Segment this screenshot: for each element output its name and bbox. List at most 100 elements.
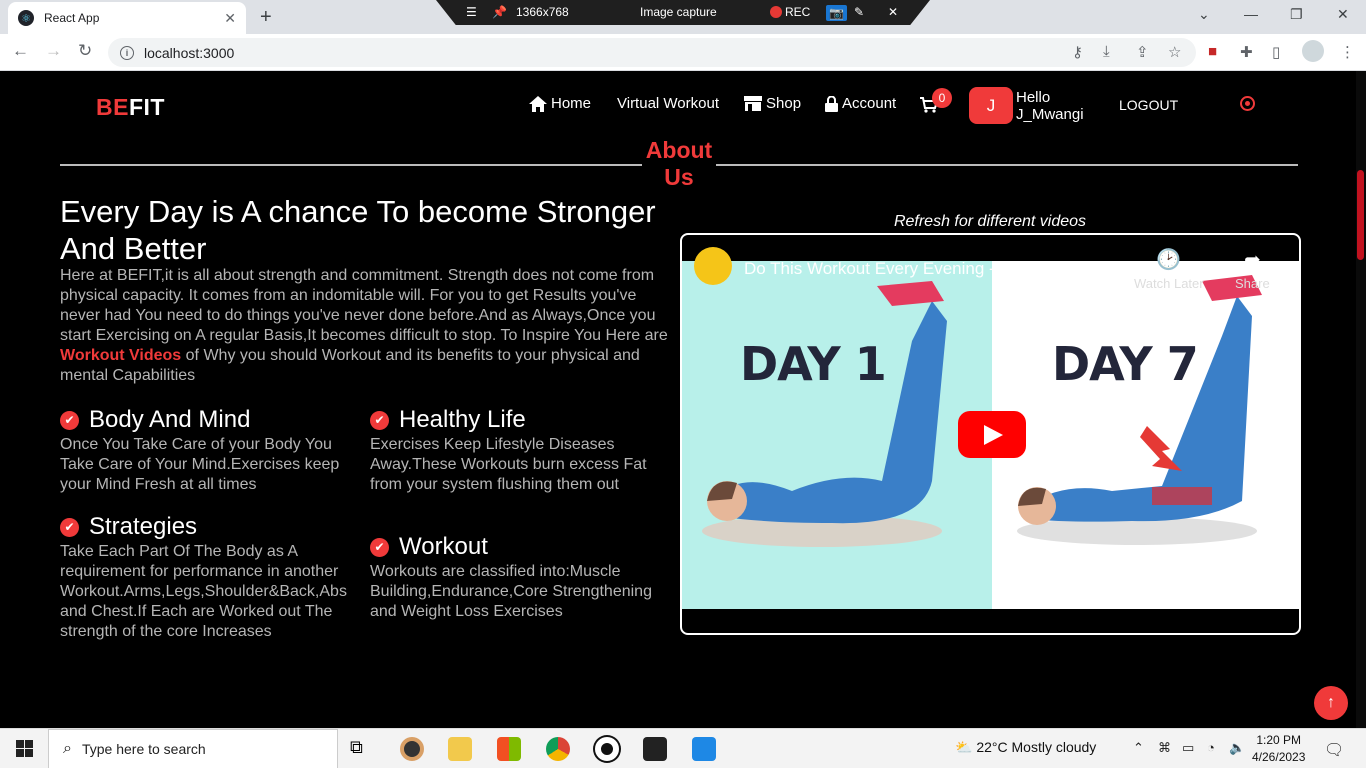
extension-icon[interactable]: ■ <box>1208 43 1217 60</box>
capture-label: Image capture <box>640 5 717 19</box>
nav-home-label: Home <box>551 95 592 112</box>
capture-toolbar: ☰ 📌 1366x768 Image capture REC 📷 ✎ ✕ <box>436 0 930 25</box>
taskbar-search[interactable]: ⌕ Type here to search <box>48 729 338 768</box>
wifi-icon[interactable]: ◔ <box>1207 740 1215 755</box>
logout-button[interactable]: LOGOUT <box>1119 97 1178 113</box>
feature-healthy-life: ✔ Healthy Life Exercises Keep Lifestyle D… <box>370 406 670 495</box>
thumbnail-day-7-label: DAY 7 <box>1052 337 1199 391</box>
user-avatar[interactable]: J <box>969 87 1013 124</box>
headline: Every Day is A chance To become Stronger… <box>60 194 656 266</box>
menu-icon[interactable]: ☰ <box>466 5 477 19</box>
pen-icon[interactable]: ✎ <box>854 5 864 19</box>
page: BEFIT Home Virtual Workout Shop Account … <box>0 71 1356 728</box>
cloud-icon: ⛅ <box>955 739 973 755</box>
tab-close-icon[interactable]: ✕ <box>224 10 236 27</box>
key-icon[interactable]: ⚷ <box>1072 43 1083 61</box>
network-device-icon[interactable]: ⌘ <box>1158 740 1171 756</box>
nav-virtual-workout-label: Virtual Workout <box>617 95 719 112</box>
battery-icon[interactable]: ▭ <box>1182 740 1194 756</box>
tab-title: React App <box>44 11 100 25</box>
chrome-icon[interactable] <box>546 737 570 761</box>
check-circle-icon: ✔ <box>60 410 79 430</box>
chevron-up-icon[interactable]: ⌃ <box>1133 740 1144 756</box>
feature-body: Once You Take Care of your Body You Take… <box>60 436 340 493</box>
file-explorer-icon[interactable] <box>448 737 472 761</box>
nav-account-label: Account <box>842 95 897 112</box>
record-icon <box>770 6 782 18</box>
volume-icon[interactable]: 🔈 <box>1229 740 1245 756</box>
windows-taskbar: ⌕ Type here to search ⧉ ⛅ 22°C Mostly cl… <box>0 728 1366 768</box>
feature-workout: ✔ Workout Workouts are classified into:Mu… <box>370 533 670 622</box>
browser-tab-bar: ⚛ React App ✕ + ☰ 📌 1366x768 Image captu… <box>0 0 1366 34</box>
workout-videos-link[interactable]: Workout Videos <box>60 347 181 364</box>
share-icon[interactable]: ⇪ <box>1136 43 1149 61</box>
side-panel-icon[interactable]: ▯ <box>1272 43 1280 61</box>
pin-icon[interactable]: 📌 <box>492 5 507 19</box>
share-label: Share <box>1235 276 1270 291</box>
weather-widget[interactable]: ⛅ 22°C Mostly cloudy <box>955 739 1096 756</box>
user-greeting: Hello J_Mwangi <box>1016 89 1084 123</box>
feature-title: Strategies <box>89 513 198 540</box>
share-video-button[interactable]: ➦ Share <box>1235 247 1270 291</box>
react-logo-icon: ⚛ <box>18 10 34 26</box>
site-info-icon[interactable]: i <box>120 45 134 60</box>
url-field[interactable]: i localhost:3000 <box>108 38 1196 67</box>
store-app-icon[interactable] <box>497 737 521 761</box>
back-icon[interactable]: ← <box>12 41 29 61</box>
feature-title: Healthy Life <box>399 406 526 433</box>
check-circle-icon: ✔ <box>60 517 79 537</box>
system-clock[interactable]: 1:20 PM 4/26/2023 <box>1252 732 1305 766</box>
install-icon[interactable]: ⤓ <box>1103 43 1110 60</box>
forward-icon[interactable]: → <box>45 41 62 61</box>
nav-virtual-workout[interactable]: Virtual Workout <box>617 95 719 112</box>
nav-account[interactable]: Account <box>825 95 896 112</box>
feature-body-and-mind: ✔ Body And Mind Once You Take Care of you… <box>60 406 360 495</box>
capture-size: 1366x768 <box>516 5 569 19</box>
feature-title: Body And Mind <box>89 406 251 433</box>
logo[interactable]: BEFIT <box>96 94 165 121</box>
terminal-icon[interactable] <box>643 737 667 761</box>
camera-icon[interactable]: 📷 <box>826 5 847 21</box>
notifications-icon[interactable]: 🗨 <box>1324 740 1344 760</box>
bookmark-star-icon[interactable]: ☆ <box>1168 43 1181 61</box>
nav-shop[interactable]: Shop <box>744 95 801 112</box>
play-button-icon[interactable] <box>958 411 1026 458</box>
restore-icon[interactable]: ❐ <box>1290 6 1303 23</box>
store-icon <box>744 96 762 111</box>
section-title: About Us <box>645 137 713 190</box>
new-tab-button[interactable]: + <box>260 6 272 29</box>
youtube-embed[interactable]: DAY 1 DAY 7 Do This Workout Every Evenin… <box>680 233 1301 635</box>
recorder-icon[interactable] <box>595 737 619 761</box>
scroll-to-top-button[interactable]: ↑ <box>1314 686 1348 720</box>
greeting-hello: Hello <box>1016 89 1051 106</box>
media-app-icon[interactable] <box>400 737 424 761</box>
watch-later-button[interactable]: 🕑 Watch Later <box>1134 247 1204 291</box>
windows-start-icon[interactable] <box>16 740 33 757</box>
divider-right <box>716 164 1298 166</box>
feature-strategies: ✔ Strategies Take Each Part Of The Body a… <box>60 513 360 642</box>
vscode-icon[interactable] <box>692 737 716 761</box>
task-view-icon[interactable]: ⧉ <box>350 737 374 761</box>
more-menu-icon[interactable]: ⋮ <box>1340 43 1355 61</box>
rec-button[interactable]: REC <box>770 5 810 19</box>
channel-avatar[interactable] <box>694 247 732 285</box>
minimize-icon[interactable]: — <box>1244 6 1258 22</box>
lock-icon <box>825 95 838 112</box>
divider-left <box>60 164 642 166</box>
feature-title: Workout <box>399 533 488 560</box>
intro-text: Here at BEFIT,it is all about strength a… <box>60 267 668 384</box>
puzzle-icon[interactable]: ✚ <box>1240 43 1253 61</box>
browser-tab[interactable]: ⚛ React App ✕ <box>8 2 246 34</box>
scrollbar-thumb[interactable] <box>1357 170 1364 260</box>
check-circle-icon: ✔ <box>370 537 389 557</box>
reload-icon[interactable]: ↻ <box>78 41 92 61</box>
close-window-icon[interactable]: ✕ <box>1337 6 1349 23</box>
close-capture-icon[interactable]: ✕ <box>888 5 898 19</box>
home-icon <box>529 95 547 112</box>
chevron-down-icon[interactable]: ⌄ <box>1198 6 1210 23</box>
refresh-note: Refresh for different videos <box>893 213 1087 230</box>
profile-avatar[interactable] <box>1302 40 1324 62</box>
video-title[interactable]: Do This Workout Every Evening - Best Eve… <box>744 259 1118 279</box>
location-target-icon[interactable] <box>1240 96 1255 111</box>
nav-home[interactable]: Home <box>529 95 591 112</box>
